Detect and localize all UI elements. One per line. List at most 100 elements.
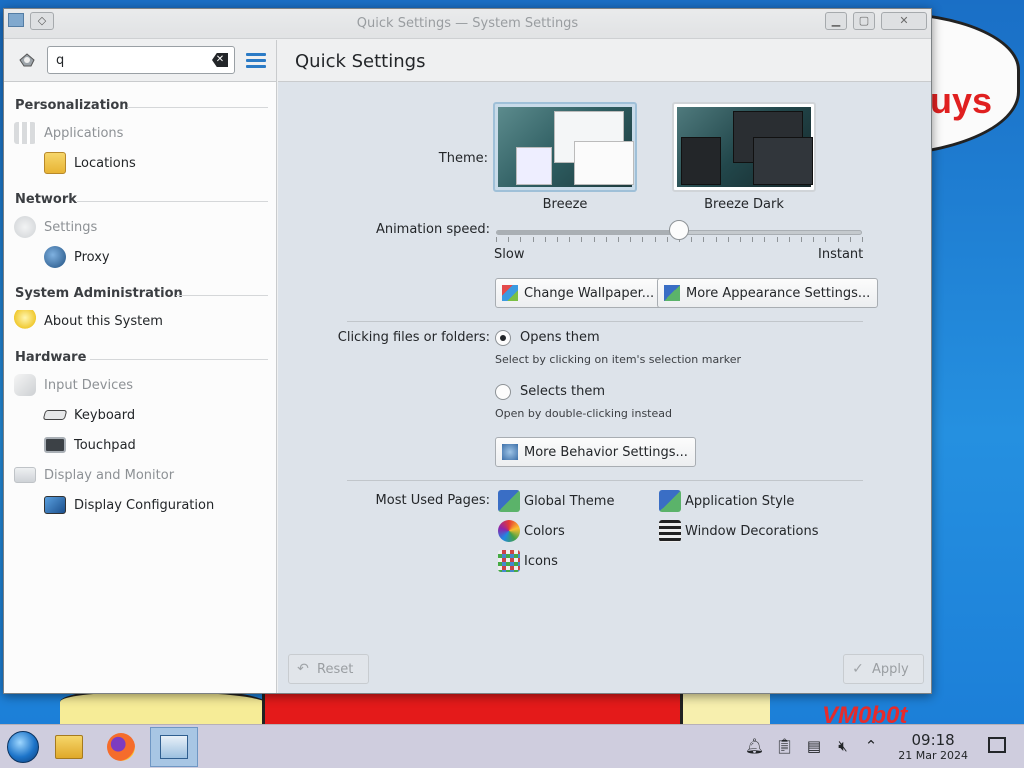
wallpaper-signature: VM0b0t xyxy=(822,702,908,724)
window-title: Quick Settings — System Settings xyxy=(356,16,579,31)
sidebar-item-display-configuration[interactable]: Display Configuration xyxy=(44,492,214,518)
input-devices-icon xyxy=(14,374,36,396)
lightbulb-icon xyxy=(14,310,36,332)
more-behavior-settings-button[interactable]: More Behavior Settings... xyxy=(495,437,696,467)
hamburger-menu-icon[interactable] xyxy=(246,53,266,69)
sidebar-item-settings[interactable]: Settings xyxy=(14,214,97,240)
search-input-value: q xyxy=(56,53,65,68)
system-settings-icon[interactable] xyxy=(16,50,40,70)
most-used-window-decorations[interactable]: Window Decorations xyxy=(659,520,819,542)
sidebar-item-proxy[interactable]: Proxy xyxy=(44,244,110,270)
applications-icon xyxy=(14,122,36,144)
sidebar-item-locations[interactable]: Locations xyxy=(44,150,136,176)
sidebar-item-label: Input Devices xyxy=(44,377,134,393)
selects-them-radio[interactable] xyxy=(495,384,511,400)
wallpaper-icon xyxy=(502,285,518,301)
slider-tick xyxy=(813,237,815,242)
sidebar-item-applications[interactable]: Applications xyxy=(14,120,123,146)
clock[interactable]: 09:18 21 Mar 2024 xyxy=(898,731,968,762)
start-orb-icon xyxy=(7,731,39,763)
slider-tick xyxy=(764,237,766,242)
slider-tick xyxy=(666,237,668,242)
apply-button[interactable]: ✓ Apply xyxy=(843,654,924,684)
theme-option-breeze-dark[interactable] xyxy=(672,102,816,192)
opens-them-radio[interactable] xyxy=(495,330,511,346)
animation-speed-label: Animation speed: xyxy=(375,222,490,237)
sidebar-item-input-devices[interactable]: Input Devices xyxy=(14,372,133,398)
clock-date: 21 Mar 2024 xyxy=(898,749,968,762)
system-settings-task-button[interactable] xyxy=(150,727,198,767)
show-desktop-icon[interactable] xyxy=(988,737,1006,753)
reset-button[interactable]: ↶ Reset xyxy=(288,654,369,684)
search-input[interactable]: q ✕ xyxy=(47,46,235,74)
most-used-colors[interactable]: Colors xyxy=(498,520,565,542)
maximize-button[interactable]: ▢ xyxy=(853,12,875,30)
icons-icon xyxy=(498,550,520,572)
clipboard-icon[interactable]: 📋︎ xyxy=(775,737,794,755)
sidebar-item-display-and-monitor[interactable]: Display and Monitor xyxy=(14,462,174,488)
slider-tick xyxy=(544,237,546,242)
slider-tick xyxy=(703,237,705,242)
slider-tick xyxy=(691,237,693,242)
slider-fill xyxy=(497,231,679,234)
selects-them-label[interactable]: Selects them xyxy=(520,384,605,399)
application-style-icon xyxy=(659,490,681,512)
sidebar-header: q ✕ xyxy=(4,40,276,82)
slider-tick xyxy=(837,237,839,242)
divider xyxy=(90,359,268,360)
slider-max-label: Instant xyxy=(818,247,864,262)
slider-handle[interactable] xyxy=(669,220,689,240)
theme-option-label: Breeze xyxy=(542,197,588,212)
slider-tick xyxy=(642,237,644,242)
sidebar-item-touchpad[interactable]: Touchpad xyxy=(44,432,136,458)
wallpaper-shape xyxy=(680,694,770,724)
chevron-up-icon[interactable]: ⌃ xyxy=(862,737,880,755)
sidebar-item-about-this-system[interactable]: About this System xyxy=(14,308,163,334)
slider-tick xyxy=(862,237,863,242)
most-used-pages-label: Most Used Pages: xyxy=(375,493,490,508)
window-decorations-icon xyxy=(659,520,681,542)
wallpaper-shape xyxy=(262,694,688,724)
clear-search-icon[interactable]: ✕ xyxy=(212,53,228,67)
slider-tick xyxy=(715,237,717,242)
selects-them-hint: Open by double-clicking instead xyxy=(495,407,672,420)
slider-tick xyxy=(801,237,802,242)
most-used-label: Global Theme xyxy=(524,493,615,509)
breeze-dark-preview xyxy=(677,107,813,187)
most-used-application-style[interactable]: Application Style xyxy=(659,490,794,512)
theme-option-breeze[interactable] xyxy=(493,102,637,192)
change-wallpaper-button[interactable]: Change Wallpaper... xyxy=(495,278,663,308)
divider xyxy=(77,201,268,202)
close-button[interactable]: ✕ xyxy=(881,12,927,30)
title-bar[interactable]: ◇ Quick Settings — System Settings ▁ ▢ ✕ xyxy=(4,9,931,39)
folder-icon xyxy=(44,152,66,174)
notifications-icon[interactable]: 🔔︎ xyxy=(745,737,764,755)
slider-tick xyxy=(825,237,827,242)
file-manager-button[interactable] xyxy=(50,729,88,765)
sidebar-item-keyboard[interactable]: Keyboard xyxy=(42,402,135,428)
divider xyxy=(127,107,268,108)
volume-muted-icon[interactable]: 🔇︎ xyxy=(834,737,852,755)
most-used-label: Colors xyxy=(524,523,565,539)
most-used-global-theme[interactable]: Global Theme xyxy=(498,490,614,512)
storage-icon[interactable]: ▤ xyxy=(805,737,823,755)
firefox-button[interactable] xyxy=(102,729,140,765)
behavior-icon xyxy=(502,444,518,460)
sidebar-item-label: Display Configuration xyxy=(74,497,215,513)
main-panel: Quick Settings Theme: Breeze Breeze Dark… xyxy=(278,40,931,693)
network-icon xyxy=(14,216,36,238)
system-settings-icon xyxy=(160,735,188,759)
minimize-button[interactable]: ▁ xyxy=(825,12,847,30)
sidebar-item-label: Touchpad xyxy=(74,437,136,453)
opens-them-label[interactable]: Opens them xyxy=(520,330,600,345)
most-used-icons[interactable]: Icons xyxy=(498,550,558,572)
slider-tick xyxy=(776,237,778,242)
keyboard-icon xyxy=(42,410,68,420)
divider xyxy=(176,295,268,296)
globe-icon xyxy=(44,246,66,268)
divider xyxy=(347,321,863,322)
category-network: Network xyxy=(15,192,77,207)
appearance-icon xyxy=(664,285,680,301)
start-menu-button[interactable] xyxy=(4,729,42,765)
more-appearance-settings-button[interactable]: More Appearance Settings... xyxy=(657,278,879,308)
